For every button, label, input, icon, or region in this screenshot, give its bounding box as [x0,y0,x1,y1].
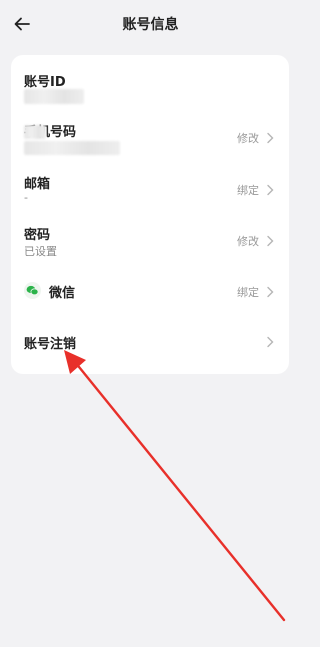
wechat-label: 微信 [49,286,76,301]
email-value: - [24,191,28,204]
password-label: 密码 [24,228,51,243]
row-email[interactable]: 邮箱 - 绑定 [11,165,289,213]
phone-modify-link[interactable]: 修改 [237,130,259,146]
chevron-right-icon [267,286,274,298]
chevron-right-icon [267,184,274,196]
redacted-phone-overlay [24,125,46,139]
redacted-account-id [24,89,84,104]
account-info-card: 账号ID 手机号码 修改 邮箱 - 绑定 密码 已设置 修改 微信 绑定 账号注… [11,55,289,374]
row-delete-account[interactable]: 账号注销 [11,317,289,365]
email-label: 邮箱 [24,177,51,192]
row-phone[interactable]: 手机号码 修改 [11,111,289,163]
delete-account-label: 账号注销 [24,337,77,352]
row-wechat[interactable]: 微信 绑定 [11,267,289,313]
wechat-icon [24,282,41,299]
email-bind-link[interactable]: 绑定 [237,182,259,198]
redacted-phone-number [24,141,120,155]
wechat-bind-link[interactable]: 绑定 [237,284,259,300]
chevron-right-icon [267,235,274,247]
password-modify-link[interactable]: 修改 [237,233,259,249]
page-title: 账号信息 [122,17,179,33]
header: 账号信息 [0,0,301,48]
account-id-label: 账号ID [24,75,66,90]
row-password[interactable]: 密码 已设置 修改 [11,215,289,263]
chevron-right-icon [267,336,274,348]
row-account-id: 账号ID [11,55,289,107]
chevron-right-icon [267,132,274,144]
password-status: 已设置 [24,245,57,258]
